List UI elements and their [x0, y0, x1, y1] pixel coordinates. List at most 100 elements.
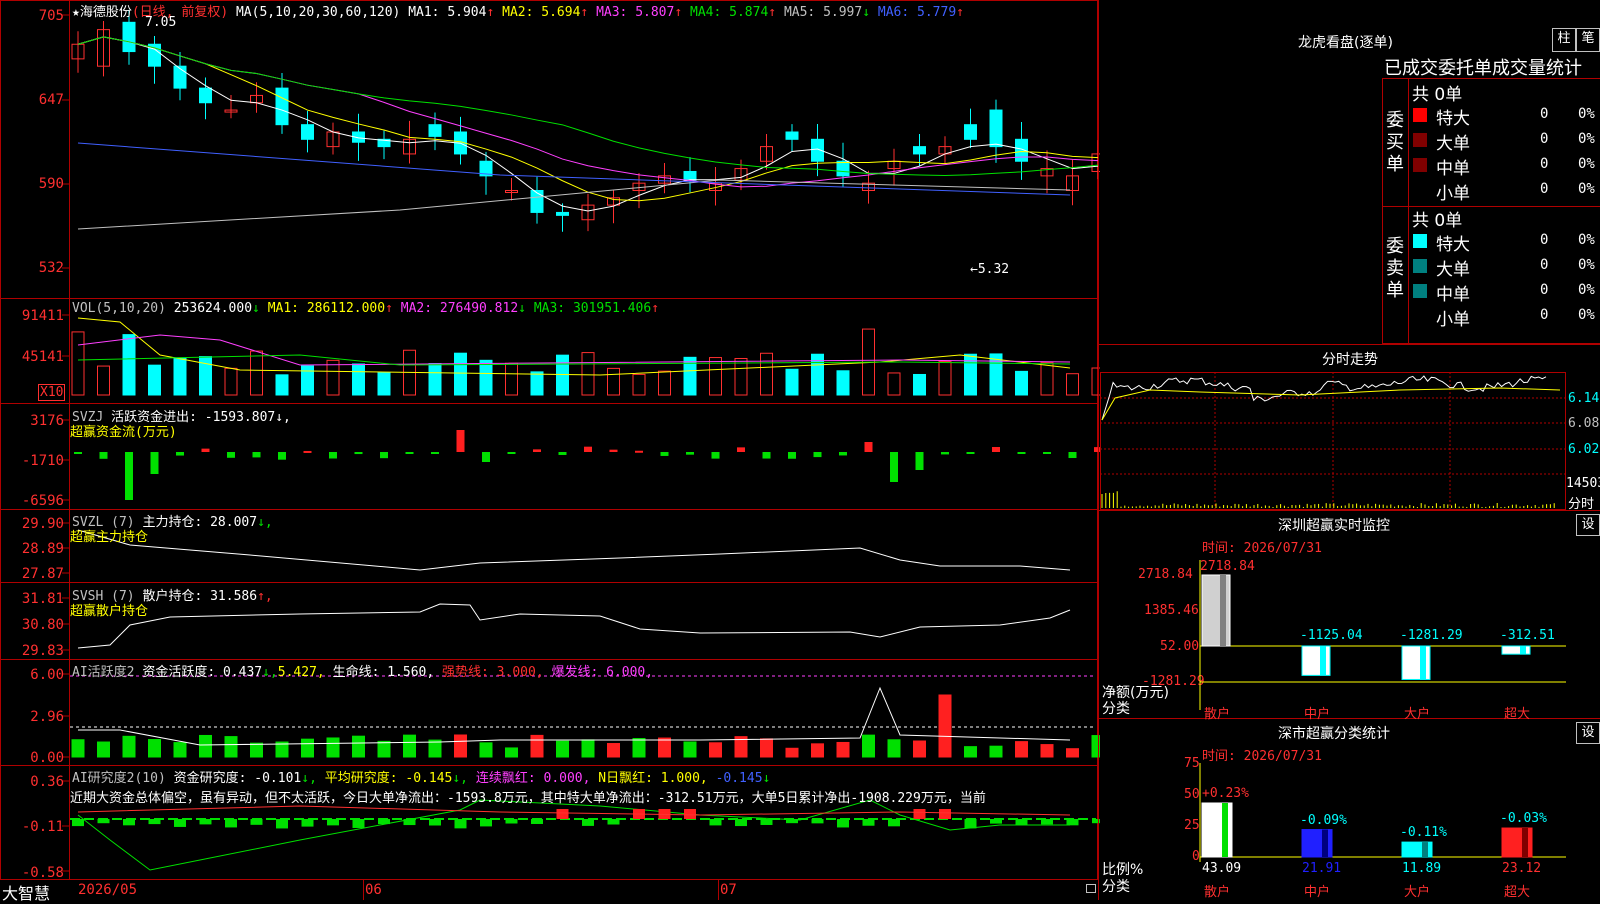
- volume-bar: [760, 352, 773, 396]
- candle-body: [530, 189, 544, 213]
- monitor-bar: [1401, 645, 1431, 680]
- ai1-arrow: ↓,: [262, 665, 278, 680]
- classify-time: 时间: 2026/07/31: [1202, 749, 1322, 764]
- lhb-color-swatch: [1413, 259, 1427, 273]
- fund-flow-bar: [941, 452, 949, 455]
- svzl-subtitle: 超赢主力持仓: [70, 530, 149, 545]
- lhb-row-value: 0: [1540, 131, 1549, 147]
- svzl-ytick: 28.89: [21, 541, 64, 557]
- monitor-bar-shade: [1220, 575, 1226, 646]
- ai2-arrow: ↓,: [301, 771, 317, 786]
- lhb-title: 龙虎看盘(逐单): [1298, 35, 1393, 51]
- research-bar: [352, 819, 365, 828]
- monitor-bar: [1501, 645, 1531, 655]
- lock-icon[interactable]: [1086, 884, 1096, 893]
- fund-flow-bar: [635, 450, 643, 453]
- activity-bar: [811, 743, 824, 758]
- volume-bar: [913, 373, 926, 396]
- research-bar: [964, 819, 977, 829]
- classify-value-label: 23.12: [1502, 861, 1542, 876]
- monitor-bar-label: -1125.04: [1300, 628, 1363, 643]
- vol-ma-values: MA1: 286112.000↑ MA2: 276490.812↓ MA3: 3…: [268, 301, 659, 316]
- fund-flow-bar: [150, 452, 159, 474]
- classify-change-label: +0.23%: [1202, 785, 1249, 801]
- monitor-bar-shade: [1420, 646, 1426, 680]
- research-bar: [403, 819, 416, 826]
- monitor-ytick: 52.00: [1160, 639, 1200, 654]
- x-label-jun: 06: [365, 882, 382, 898]
- vol-header: VOL(5,10,20) 253624.000↓ MA1: 286112.000…: [72, 301, 659, 316]
- vol-title: VOL(5,10,20): [72, 301, 166, 316]
- activity-bar: [632, 737, 646, 758]
- lhb-row-value: 0: [1540, 106, 1549, 122]
- classify-ytick: 25: [1184, 818, 1200, 833]
- x-label-may: 2026/05: [78, 882, 138, 898]
- lhb-row-name: 特大: [1436, 235, 1470, 255]
- right-divider: [1098, 0, 1099, 900]
- activity-bar: [556, 740, 569, 758]
- fund-flow-bar: [660, 452, 669, 456]
- candle-body: [913, 146, 926, 155]
- vol-value: 253624.000: [173, 301, 253, 316]
- ma-arrow: ↑: [385, 301, 401, 316]
- ai2-comment: 近期大资金总体偏空，虽有异动，但不太活跃，今日大单净流出：-1593.8万元，其…: [70, 791, 986, 806]
- vol-arrow: ↓: [252, 301, 260, 316]
- research-bar: [199, 819, 212, 825]
- volume-bar: [505, 362, 518, 396]
- fenshi-ytick: 6.14: [1568, 391, 1600, 406]
- research-bar: [786, 819, 798, 824]
- fund-flow-bar: [915, 452, 924, 470]
- research-bar: [837, 819, 849, 828]
- svsh-ytick: 31.81: [21, 591, 64, 607]
- bar-mode-button[interactable]: 柱: [1552, 28, 1576, 52]
- vol-unit: X10: [38, 384, 66, 401]
- svzl-ytick: 27.87: [21, 566, 64, 582]
- ma-arrow: ↑: [651, 301, 660, 316]
- lhb-color-swatch: [1413, 133, 1427, 147]
- activity-bar: [964, 746, 977, 758]
- lhb-row-name: 中单: [1436, 285, 1470, 305]
- classify-settings-button[interactable]: 设: [1576, 722, 1600, 744]
- candle-body: [785, 131, 799, 140]
- lhb-color-swatch: [1413, 284, 1427, 298]
- ai2-header: AI研究度2(10) 资金研究度: -0.101↓, 平均研究度: -0.145…: [72, 767, 770, 786]
- brand-logo: 大智慧: [2, 884, 51, 903]
- volume-bar: [734, 357, 748, 396]
- tick-mode-button[interactable]: 笔: [1576, 28, 1600, 52]
- activity-bar: [122, 735, 136, 758]
- monitor-bar-shade: [1320, 646, 1326, 676]
- lhb-row-name: 小单: [1436, 184, 1470, 204]
- activity-bar: [454, 734, 467, 758]
- ma-arrow: ↑: [956, 5, 964, 20]
- lhb-row-name: 特大: [1436, 109, 1470, 129]
- monitor-top-line: [1098, 510, 1600, 511]
- ma-params: MA(5,10,20,30,60,120): [235, 5, 401, 20]
- fund-flow-bar: [176, 452, 184, 456]
- classify-ytick: 50: [1184, 787, 1200, 802]
- candle-body: [836, 160, 850, 177]
- activity-bar: [403, 734, 416, 758]
- activity-bar: [989, 745, 1003, 758]
- activity-bar: [683, 741, 697, 758]
- fund-flow-bar: [405, 452, 414, 454]
- lhb-row-value: 0: [1540, 282, 1549, 298]
- svsh-ytick: 29.83: [21, 643, 64, 659]
- activity-bar: [1015, 741, 1028, 758]
- monitor-category: 中户: [1304, 707, 1331, 722]
- retail-holding-line: [77, 603, 1071, 649]
- fund-flow-bar: [329, 452, 337, 459]
- activity-bar: [530, 734, 544, 758]
- high-price-label: 7.05: [145, 15, 177, 30]
- classify-xlabel: 分类: [1102, 879, 1130, 895]
- fenshi-box[interactable]: [1100, 372, 1566, 510]
- ma-values: MA1: 5.904↑ MA2: 5.694↑ MA3: 5.807↑ MA4:…: [408, 5, 964, 20]
- fund-flow-bar: [380, 452, 388, 459]
- candle-body: [275, 87, 289, 126]
- research-bar: [760, 819, 773, 825]
- monitor-settings-button[interactable]: 设: [1576, 514, 1600, 536]
- classify-bar-shade: [1522, 828, 1528, 857]
- ai1-title: AI活跃度2: [72, 665, 135, 680]
- vol-ma2-line: [77, 334, 1071, 366]
- ma-arrow: ↓: [518, 301, 534, 316]
- ma-arrow: ↓: [862, 5, 878, 20]
